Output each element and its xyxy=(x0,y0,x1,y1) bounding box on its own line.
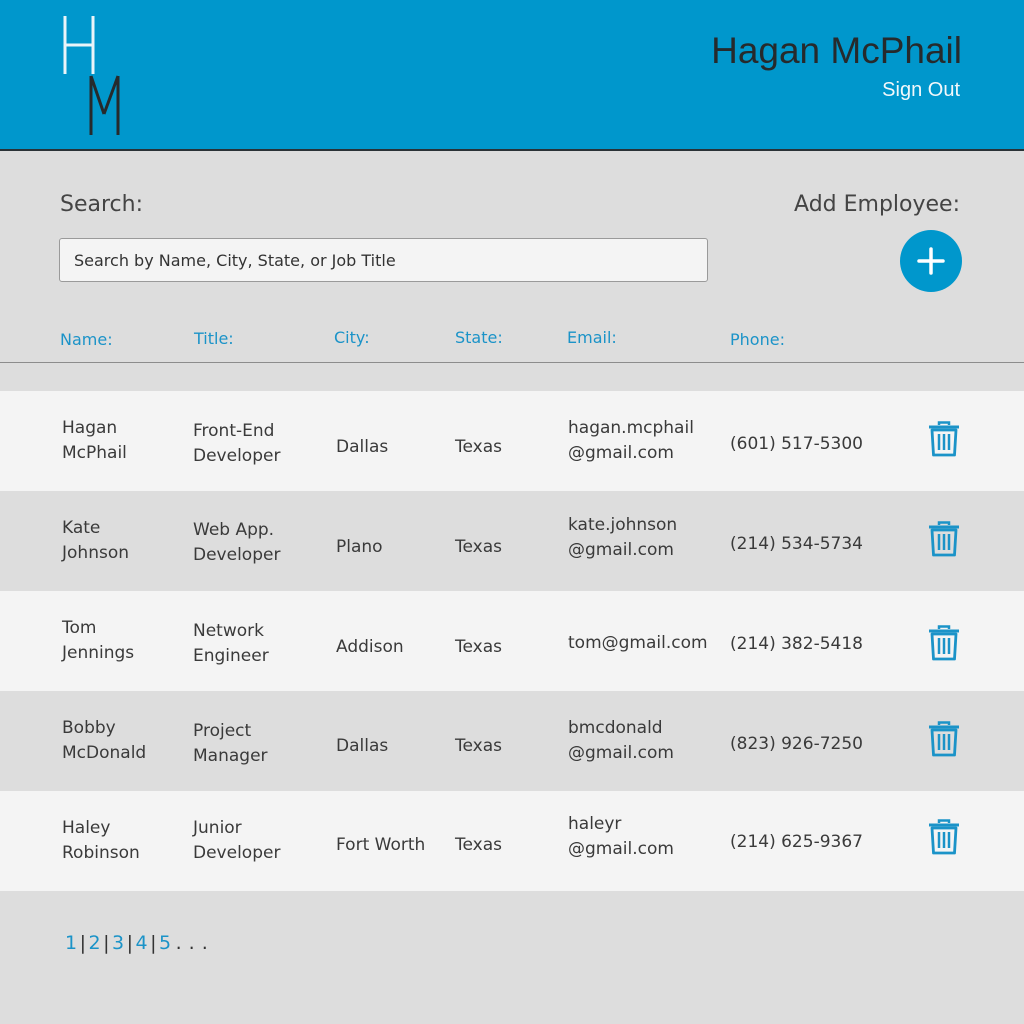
column-header-phone[interactable]: Phone: xyxy=(730,330,785,349)
page-separator: | xyxy=(126,932,134,954)
employee-city: Addison xyxy=(336,636,404,657)
search-label: Search: xyxy=(60,192,143,217)
table-row[interactable]: Bobby McDonald Project Manager Dallas Texa… xyxy=(0,691,1024,791)
employee-email: tom@gmail.com xyxy=(568,632,708,653)
employee-phone: (214) 382-5418 xyxy=(730,633,863,654)
employee-city: Dallas xyxy=(336,735,389,756)
search-input[interactable] xyxy=(59,238,708,282)
table-row[interactable]: Tom Jennings Network Engineer Addison Texa… xyxy=(0,591,1024,691)
employee-title: Network Engineer xyxy=(193,621,269,666)
employee-state: Texas xyxy=(455,636,502,657)
column-header-email[interactable]: Email: xyxy=(567,328,617,347)
employee-city: Fort Worth xyxy=(336,834,426,855)
employee-name: Kate Johnson xyxy=(62,518,129,563)
table-row[interactable]: Kate Johnson Web App. Developer Plano Texa… xyxy=(0,491,1024,591)
page-separator: | xyxy=(79,932,87,954)
employee-state: Texas xyxy=(455,436,502,457)
employee-state: Texas xyxy=(455,735,502,756)
user-name: Hagan McPhail xyxy=(711,30,962,71)
pagination: 1 | 2 | 3 | 4 | 5. . . xyxy=(65,932,208,954)
employee-state: Texas xyxy=(455,834,502,855)
employee-table: Hagan McPhail Front-End Developer Dallas T… xyxy=(0,391,1024,891)
trash-icon[interactable] xyxy=(928,819,960,855)
page-link-5[interactable]: 5 xyxy=(159,932,172,954)
table-row[interactable]: Hagan McPhail Front-End Developer Dallas T… xyxy=(0,391,1024,491)
pagination-ellipsis: . . . xyxy=(175,932,209,954)
employee-email: haleyr @gmail.com xyxy=(568,814,674,859)
employee-name: Hagan McPhail xyxy=(62,418,127,463)
page-separator: | xyxy=(150,932,157,954)
employee-phone: (601) 517-5300 xyxy=(730,433,863,454)
employee-email: kate.johnson @gmail.com xyxy=(568,515,678,560)
trash-icon[interactable] xyxy=(928,521,960,557)
column-header-city[interactable]: City: xyxy=(334,328,370,347)
employee-phone: (823) 926-7250 xyxy=(730,733,863,754)
employee-title: Web App. Developer xyxy=(193,520,281,565)
add-employee-label: Add Employee: xyxy=(794,192,960,217)
hm-logo xyxy=(63,16,120,135)
page-link-1[interactable]: 1 xyxy=(65,932,78,954)
column-header-state[interactable]: State: xyxy=(455,328,503,347)
page-link-3[interactable]: 3 xyxy=(112,932,125,954)
page-link-4[interactable]: 4 xyxy=(136,932,149,954)
header-divider xyxy=(0,362,1024,363)
employee-state: Texas xyxy=(455,536,502,557)
employee-phone: (214) 625-9367 xyxy=(730,831,863,852)
employee-name: Haley Robinson xyxy=(62,818,140,863)
plus-icon xyxy=(917,247,945,275)
employee-name: Bobby McDonald xyxy=(62,718,147,763)
page-link-2[interactable]: 2 xyxy=(89,932,102,954)
employee-city: Plano xyxy=(336,536,383,557)
trash-icon[interactable] xyxy=(928,721,960,757)
employee-email: bmcdonald @gmail.com xyxy=(568,718,674,763)
column-header-title[interactable]: Title: xyxy=(194,329,234,348)
employee-phone: (214) 534-5734 xyxy=(730,533,863,554)
employee-city: Dallas xyxy=(336,436,389,457)
employee-email: hagan.mcphail @gmail.com xyxy=(568,418,694,463)
trash-icon[interactable] xyxy=(928,625,960,661)
column-header-name[interactable]: Name: xyxy=(60,330,113,349)
app-header: Hagan McPhail Sign Out xyxy=(0,0,1024,151)
employee-name: Tom Jennings xyxy=(62,618,135,663)
employee-title: Project Manager xyxy=(193,721,268,766)
employee-title: Junior Developer xyxy=(193,818,281,863)
page-separator: | xyxy=(103,932,110,954)
table-row[interactable]: Haley Robinson Junior Developer Fort Worth… xyxy=(0,791,1024,891)
employee-title: Front-End Developer xyxy=(193,421,281,466)
trash-icon[interactable] xyxy=(928,421,960,457)
sign-out-link[interactable]: Sign Out xyxy=(882,79,960,102)
add-employee-button[interactable] xyxy=(900,230,962,292)
